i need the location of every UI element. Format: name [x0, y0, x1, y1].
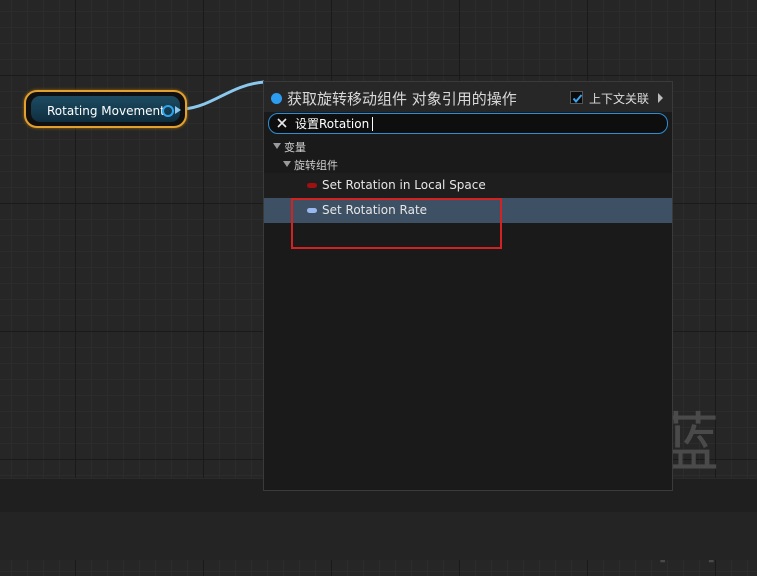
action-item-label: Set Rotation in Local Space: [322, 178, 486, 192]
search-box[interactable]: [268, 113, 668, 134]
collapse-triangle-icon[interactable]: [273, 143, 281, 149]
subcategory-label: 旋转组件: [294, 159, 338, 172]
action-menu: 获取旋转移动组件 对象引用的操作 上下文关联 变量 旋转组件 Set Rotat…: [263, 81, 673, 491]
context-sensitive-checkbox[interactable]: [570, 91, 583, 104]
collapse-triangle-icon[interactable]: [283, 161, 291, 167]
node-label: Rotating Movement: [47, 104, 165, 118]
rotating-movement-node[interactable]: Rotating Movement: [24, 90, 187, 128]
pin-arrow-icon: [175, 106, 181, 114]
expand-arrow-icon[interactable]: [658, 93, 663, 103]
subcategory-rotation-component[interactable]: 旋转组件: [264, 155, 672, 173]
context-sensitive-label[interactable]: 上下文关联: [589, 90, 649, 107]
category-label: 变量: [284, 141, 306, 154]
search-input[interactable]: [295, 116, 655, 131]
category-variables[interactable]: 变量: [264, 137, 672, 155]
menu-header: 获取旋转移动组件 对象引用的操作 上下文关联: [264, 82, 672, 112]
action-item-set-rotation-local-space[interactable]: Set Rotation in Local Space: [264, 173, 672, 198]
object-reference-icon: [271, 93, 282, 104]
menu-title: 获取旋转移动组件 对象引用的操作: [287, 90, 517, 108]
checkmark-icon: [572, 94, 583, 104]
output-pin-icon[interactable]: [162, 105, 174, 117]
clear-search-icon[interactable]: [275, 116, 289, 130]
node-body: Rotating Movement: [31, 96, 180, 122]
annotation-highlight-box: [291, 198, 502, 249]
text-caret: [372, 117, 373, 131]
variable-pill-icon: [307, 183, 317, 188]
